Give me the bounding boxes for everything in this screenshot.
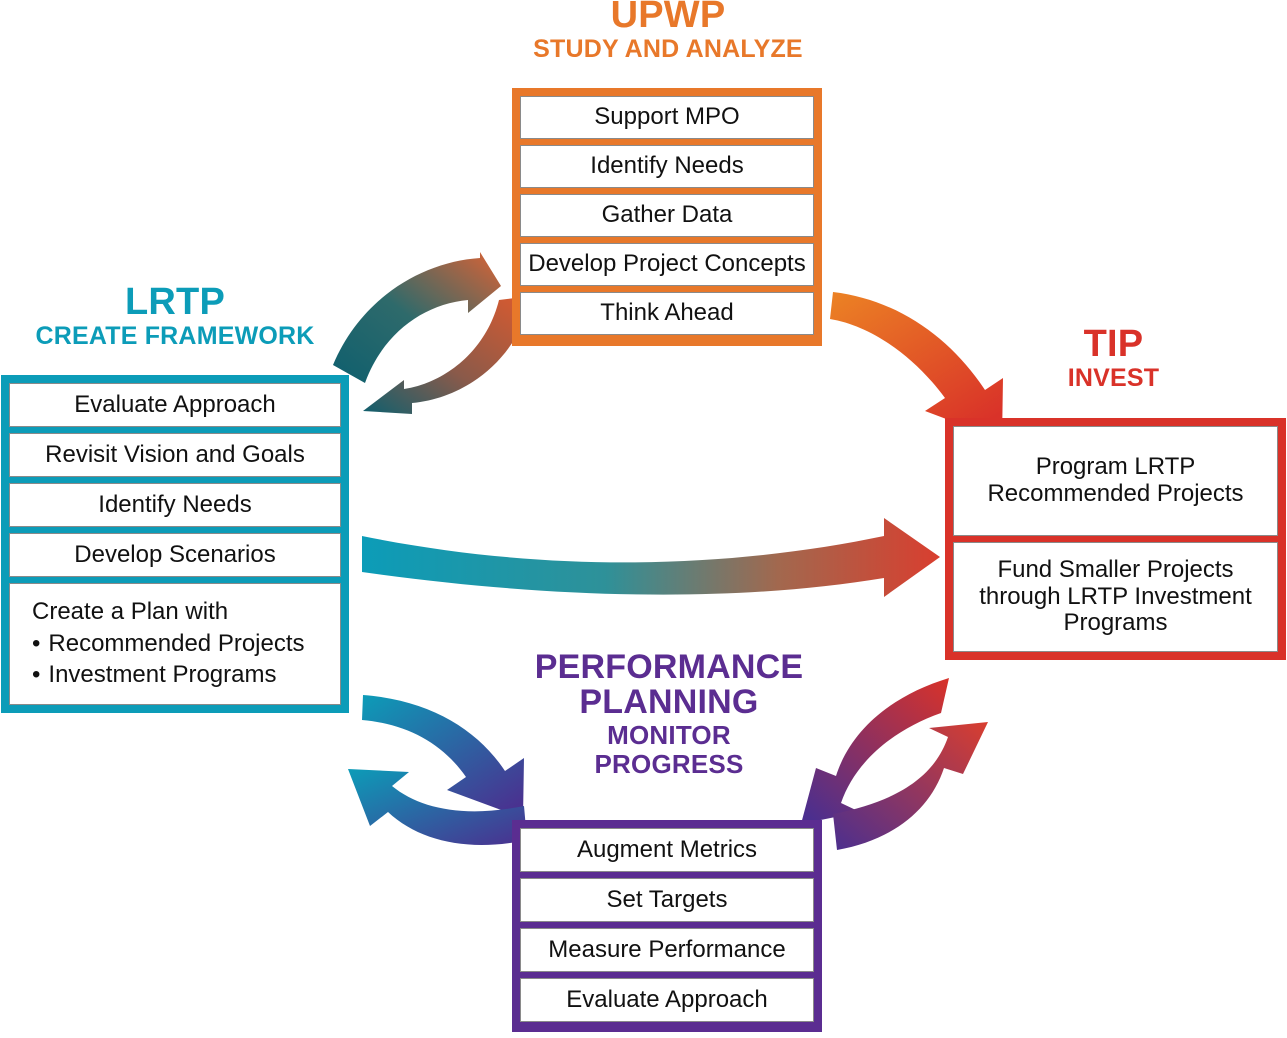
- performance-planning-heading: PERFORMANCE PLANNING MONITOR PROGRESS: [455, 648, 883, 779]
- performance-planning-title-line2: PLANNING: [579, 683, 759, 722]
- lrtp-subtitle: CREATE FRAMEWORK: [35, 321, 315, 350]
- tip-item[interactable]: Fund Smaller Projects through LRTP Inves…: [953, 542, 1278, 652]
- lrtp-title: LRTP: [124, 281, 225, 323]
- lrtp-heading: LRTP CREATE FRAMEWORK: [0, 281, 350, 350]
- performance-planning-item[interactable]: Augment Metrics: [520, 828, 814, 872]
- tip-box: Program LRTP Recommended Projects Fund S…: [945, 418, 1286, 660]
- diagram-canvas: UPWP STUDY AND ANALYZE Support MPO Ident…: [0, 0, 1287, 1038]
- lrtp-plan-list: Create a Plan with Recommended Projects …: [32, 596, 305, 691]
- tip-subtitle: INVEST: [1067, 363, 1160, 392]
- performance-planning-subtitle-line1: MONITOR: [607, 719, 731, 750]
- lrtp-plan-bullet: Investment Programs: [32, 659, 305, 691]
- upwp-box: Support MPO Identify Needs Gather Data D…: [512, 88, 822, 346]
- tip-title: TIP: [1083, 323, 1144, 365]
- performance-planning-subtitle-line2: PROGRESS: [594, 748, 744, 779]
- lrtp-plan-heading: Create a Plan with: [32, 598, 229, 625]
- arrow-upwp-to-lrtp: [363, 296, 531, 414]
- upwp-title: UPWP: [610, 0, 726, 36]
- lrtp-box: Evaluate Approach Revisit Vision and Goa…: [1, 375, 349, 713]
- tip-heading: TIP INVEST: [940, 323, 1287, 392]
- performance-planning-item[interactable]: Evaluate Approach: [520, 978, 814, 1022]
- upwp-item[interactable]: Support MPO: [520, 96, 814, 139]
- upwp-item[interactable]: Think Ahead: [520, 292, 814, 335]
- lrtp-item[interactable]: Develop Scenarios: [9, 533, 341, 577]
- upwp-item[interactable]: Identify Needs: [520, 145, 814, 188]
- performance-planning-item[interactable]: Set Targets: [520, 878, 814, 922]
- performance-planning-box: Augment Metrics Set Targets Measure Perf…: [512, 820, 822, 1032]
- arrow-lrtp-to-upwp: [333, 252, 501, 383]
- lrtp-item[interactable]: Evaluate Approach: [9, 383, 341, 427]
- upwp-item[interactable]: Develop Project Concepts: [520, 243, 814, 286]
- upwp-heading: UPWP STUDY AND ANALYZE: [454, 0, 882, 62]
- tip-item[interactable]: Program LRTP Recommended Projects: [953, 426, 1278, 536]
- lrtp-create-plan-item[interactable]: Create a Plan with Recommended Projects …: [9, 583, 341, 705]
- lrtp-item[interactable]: Revisit Vision and Goals: [9, 433, 341, 477]
- lrtp-plan-bullet: Recommended Projects: [32, 628, 304, 660]
- lrtp-item[interactable]: Identify Needs: [9, 483, 341, 527]
- performance-planning-title-line1: PERFORMANCE: [534, 648, 804, 686]
- arrow-performance-to-lrtp: [348, 769, 527, 845]
- upwp-subtitle: STUDY AND ANALYZE: [533, 34, 803, 63]
- arrow-lrtp-to-tip: [362, 518, 940, 597]
- performance-planning-item[interactable]: Measure Performance: [520, 928, 814, 972]
- upwp-item[interactable]: Gather Data: [520, 194, 814, 237]
